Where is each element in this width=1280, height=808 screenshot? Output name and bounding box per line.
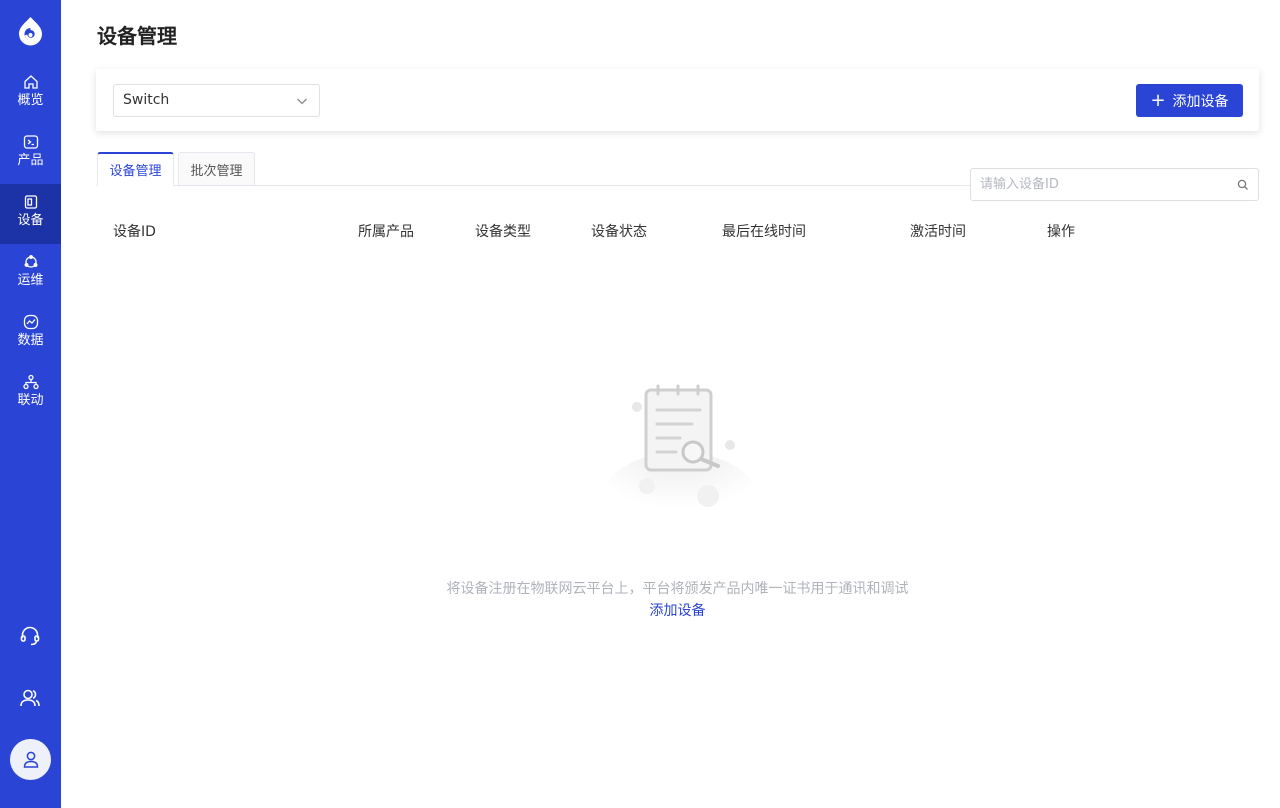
sidebar-item-label: 数据	[17, 333, 44, 348]
logo-icon[interactable]	[17, 16, 44, 46]
column-header-device-type: 设备类型	[475, 224, 531, 240]
device-id-search-input[interactable]	[971, 169, 1231, 200]
device-search	[970, 168, 1259, 201]
chevron-down-icon	[297, 98, 307, 105]
sidebar-item-label: 设备	[17, 213, 44, 228]
sidebar-item-label: 联动	[17, 393, 44, 408]
sidebar-item-label: 概览	[17, 93, 44, 108]
sidebar-item-data[interactable]: 数据	[0, 304, 61, 364]
plus-icon: +	[1150, 89, 1166, 111]
chart-icon	[23, 314, 38, 330]
sidebar-item-linkage[interactable]: 联动	[0, 364, 61, 424]
column-header-device-status: 设备状态	[591, 224, 647, 240]
sidebar-item-label: 产品	[17, 153, 44, 168]
sidebar-item-ops[interactable]: 运维	[0, 244, 61, 304]
sidebar-item-devices[interactable]: 设备	[0, 184, 61, 244]
user-avatar[interactable]	[10, 739, 51, 780]
page-title: 设备管理	[97, 24, 177, 48]
tab-batch-management[interactable]: 批次管理	[178, 152, 255, 186]
column-header-activated: 激活时间	[910, 224, 966, 240]
column-header-product: 所属产品	[358, 224, 414, 240]
linkage-icon	[22, 374, 39, 390]
sidebar-item-label: 运维	[17, 273, 44, 288]
user-avatar-icon	[23, 751, 38, 768]
add-device-button-label: 添加设备	[1172, 93, 1229, 110]
terminal-icon	[23, 135, 38, 149]
search-icon[interactable]	[1237, 179, 1249, 191]
product-select[interactable]: Switch	[113, 84, 320, 117]
filter-card: Switch + 添加设备	[96, 69, 1259, 131]
column-header-last-online: 最后在线时间	[722, 224, 806, 240]
empty-state-add-device-link[interactable]: 添加设备	[0, 600, 1280, 620]
headset-icon[interactable]	[19, 625, 41, 647]
tab-device-management[interactable]: 设备管理	[97, 152, 174, 186]
sidebar-item-products[interactable]: 产品	[0, 124, 61, 184]
users-icon[interactable]	[19, 687, 41, 709]
empty-state-illustration	[602, 384, 758, 510]
add-device-button[interactable]: + 添加设备	[1136, 84, 1243, 117]
empty-state-message: 将设备注册在物联网云平台上，平台将颁发产品内唯一证书用于通讯和调试	[446, 581, 909, 597]
column-header-device-id: 设备ID	[113, 224, 156, 240]
ops-icon	[24, 255, 37, 268]
device-icon	[24, 195, 37, 209]
sidebar-item-overview[interactable]: 概览	[0, 64, 61, 124]
column-header-actions: 操作	[1047, 224, 1075, 240]
home-icon	[23, 75, 38, 89]
product-select-value: Switch	[123, 92, 170, 108]
sidebar: 概览 产品 设备 运维 数据 联动	[0, 0, 61, 808]
